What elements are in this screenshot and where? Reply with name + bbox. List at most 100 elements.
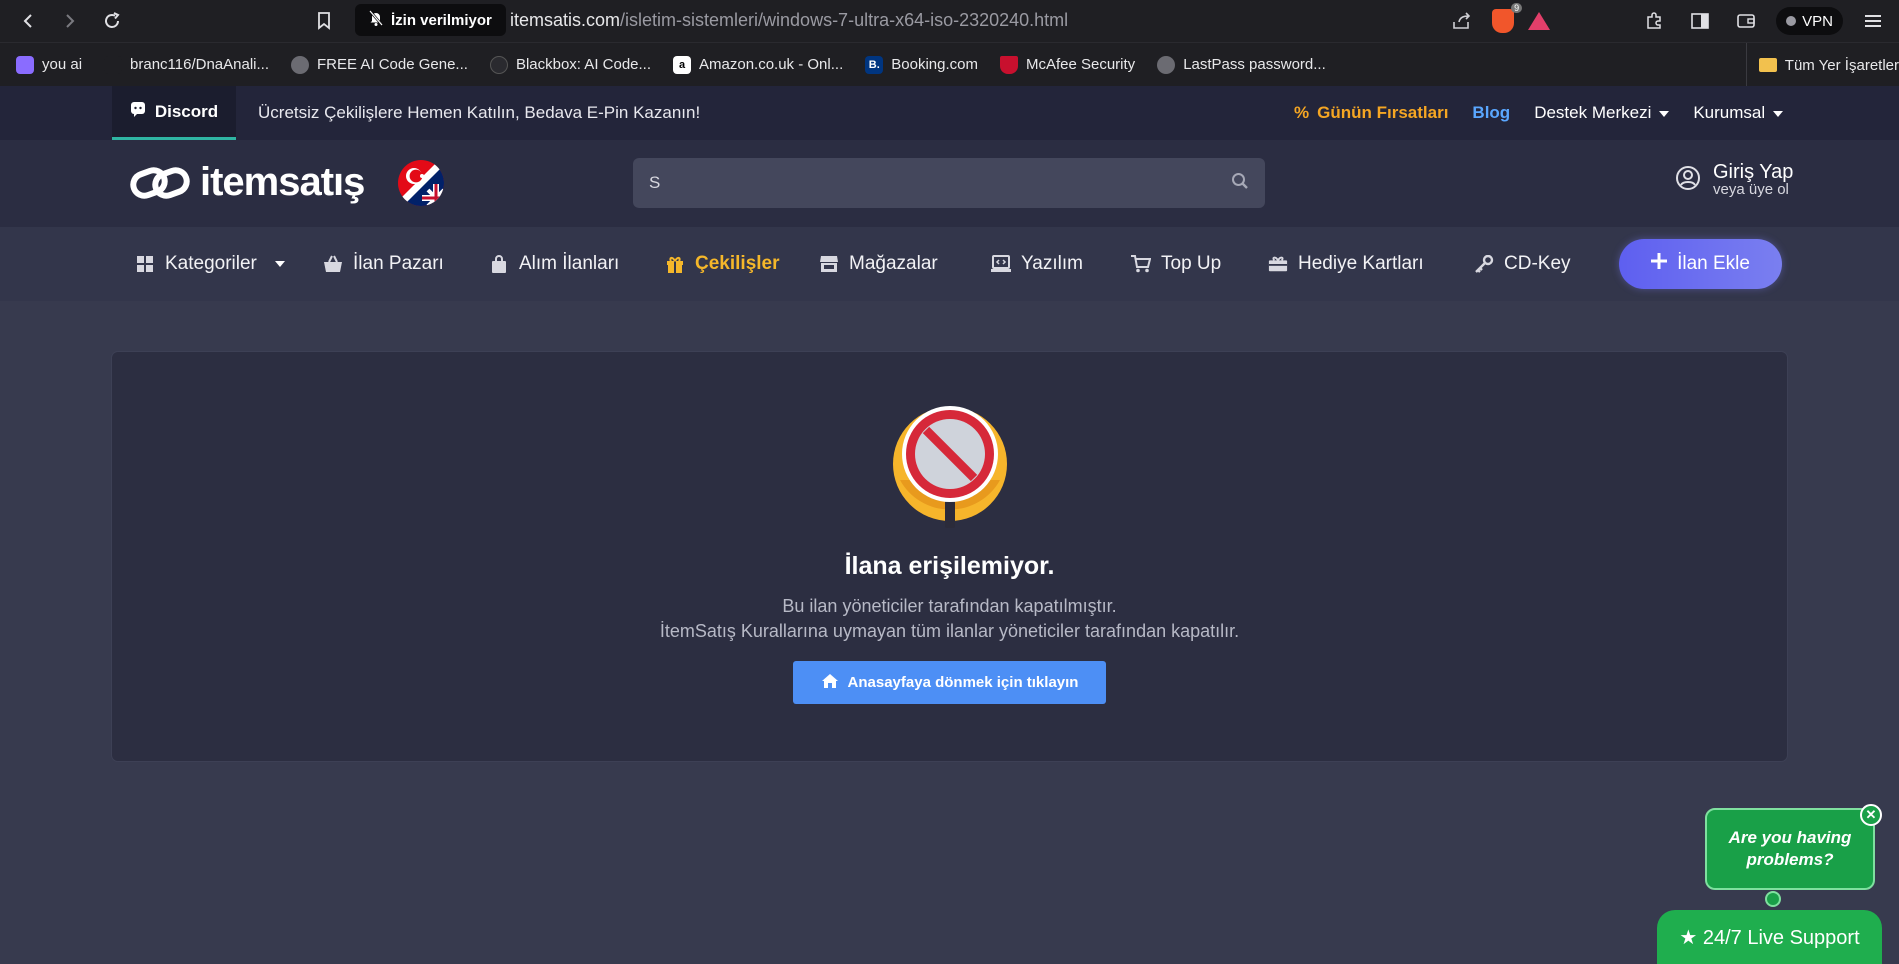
forward-icon[interactable] bbox=[54, 5, 86, 37]
nav-giveaways-label: Çekilişler bbox=[695, 253, 780, 274]
blog-link[interactable]: Blog bbox=[1472, 103, 1510, 123]
corporate-dropdown[interactable]: Kurumsal bbox=[1693, 103, 1783, 123]
logo-text: itemsatış bbox=[200, 160, 365, 204]
bookmark-mcafee[interactable]: McAfee Security bbox=[999, 55, 1135, 74]
bookmark-amazon[interactable]: a Amazon.co.uk - Onl... bbox=[673, 55, 843, 74]
card-description-2: İtemSatış Kurallarına uymayan tüm ilanla… bbox=[659, 621, 1240, 641]
basket-icon bbox=[323, 254, 343, 274]
main-nav: Kategoriler İlan Pazarı Alım İlanları Çe… bbox=[0, 227, 1899, 301]
url-domain: itemsatis.com bbox=[510, 10, 621, 30]
promo-link[interactable]: Ücretsiz Çekilişlere Hemen Katılın, Beda… bbox=[258, 86, 700, 140]
home-icon bbox=[821, 673, 839, 693]
bookmark-free-ai-code[interactable]: FREE AI Code Gene... bbox=[291, 55, 468, 74]
sidebar-icon[interactable] bbox=[1684, 5, 1716, 37]
bookmark-blackbox[interactable]: Blackbox: AI Code... bbox=[489, 55, 651, 74]
user-circle-icon bbox=[1675, 165, 1701, 196]
deals-label: Günün Fırsatları bbox=[1317, 103, 1449, 122]
vpn-status-icon bbox=[1786, 16, 1797, 26]
percent-icon: % bbox=[1294, 103, 1310, 122]
brave-rewards-icon[interactable] bbox=[1528, 12, 1551, 30]
vpn-label: VPN bbox=[1802, 12, 1833, 30]
return-home-button[interactable]: Anasayfaya dönmek için tıklayın bbox=[793, 661, 1106, 704]
prohibited-sign-icon bbox=[892, 402, 1008, 530]
grid-icon bbox=[135, 254, 155, 274]
card-description-1: Bu ilan yöneticiler tarafından kapatılmı… bbox=[782, 596, 1117, 616]
gift-icon bbox=[665, 254, 685, 274]
close-icon[interactable]: ✕ bbox=[1860, 804, 1882, 826]
key-icon bbox=[1474, 254, 1494, 274]
help-prompt-bubble[interactable]: Are you having problems? bbox=[1705, 808, 1875, 890]
nav-giftcards[interactable]: Hediye Kartları bbox=[1268, 227, 1424, 301]
address-bar[interactable]: itemsatis.com/isletim-sistemleri/windows… bbox=[510, 10, 1068, 31]
search-input[interactable] bbox=[649, 173, 1231, 193]
store-icon bbox=[819, 254, 839, 274]
live-support-button[interactable]: ★ 24/7 Live Support bbox=[1657, 910, 1882, 964]
bell-off-icon bbox=[369, 10, 383, 30]
nav-giveaways[interactable]: Çekilişler bbox=[665, 227, 780, 301]
vpn-button[interactable]: VPN bbox=[1776, 7, 1843, 35]
site-topbar: Discord Ücretsiz Çekilişlere Hemen Katıl… bbox=[0, 86, 1899, 140]
bubble-tail bbox=[1765, 891, 1781, 907]
all-bookmarks[interactable]: Tüm Yer İşaretler bbox=[1745, 43, 1899, 87]
you-ai-icon bbox=[16, 55, 34, 74]
add-listing-label: İlan Ekle bbox=[1677, 253, 1750, 274]
login-title: Giriş Yap bbox=[1713, 161, 1794, 183]
support-center-dropdown[interactable]: Destek Merkezi bbox=[1534, 103, 1669, 123]
search-bar bbox=[633, 158, 1265, 208]
return-home-label: Anasayfaya dönmek için tıklayın bbox=[847, 674, 1079, 691]
nav-stores[interactable]: Mağazalar bbox=[819, 227, 938, 301]
extensions-icon[interactable] bbox=[1638, 5, 1670, 37]
search-icon[interactable] bbox=[1231, 172, 1249, 195]
discord-icon bbox=[130, 101, 146, 122]
nav-topup[interactable]: Top Up bbox=[1131, 227, 1221, 301]
nav-cdkey[interactable]: CD-Key bbox=[1474, 227, 1571, 301]
nav-giftcards-label: Hediye Kartları bbox=[1298, 253, 1424, 274]
nav-software-label: Yazılım bbox=[1021, 253, 1083, 274]
nav-buy-listings[interactable]: Alım İlanları bbox=[489, 227, 619, 301]
bookmark-you-ai[interactable]: you ai bbox=[16, 55, 82, 74]
site-logo[interactable]: itemsatış bbox=[130, 160, 365, 205]
cart-icon bbox=[1131, 254, 1151, 274]
bookmark-icon[interactable] bbox=[308, 5, 340, 37]
brave-shield-icon[interactable]: 9 bbox=[1492, 3, 1523, 33]
reload-icon[interactable] bbox=[96, 5, 128, 37]
shopping-bag-icon bbox=[489, 254, 509, 274]
menu-icon[interactable] bbox=[1857, 5, 1889, 37]
nav-software[interactable]: Yazılım bbox=[991, 227, 1083, 301]
bookmark-lastpass[interactable]: LastPass password... bbox=[1157, 55, 1326, 74]
bookmark-github[interactable]: branc116/DnaAnali... bbox=[104, 55, 269, 74]
discord-label: Discord bbox=[154, 101, 219, 121]
deals-link[interactable]: % Günün Fırsatları bbox=[1294, 103, 1448, 123]
plus-icon bbox=[1651, 253, 1668, 275]
gift-card-icon bbox=[1268, 254, 1288, 274]
nav-categories-label: Kategoriler bbox=[165, 253, 257, 274]
logo-link-icon bbox=[130, 164, 190, 202]
blackbox-icon bbox=[489, 55, 508, 74]
nav-stores-label: Mağazalar bbox=[849, 253, 938, 274]
wallet-icon[interactable] bbox=[1730, 5, 1762, 37]
url-path: /isletim-sistemleri/windows-7-ultra-x64-… bbox=[620, 10, 1069, 30]
permission-badge[interactable]: İzin verilmiyor bbox=[355, 4, 506, 36]
back-icon[interactable] bbox=[12, 5, 44, 37]
booking-icon: B. bbox=[865, 55, 884, 74]
site-header: itemsatış Giriş Yap veya üye ol bbox=[0, 140, 1899, 227]
nav-categories[interactable]: Kategoriler bbox=[135, 227, 285, 301]
add-listing-button[interactable]: İlan Ekle bbox=[1619, 239, 1782, 289]
nav-listings[interactable]: İlan Pazarı bbox=[323, 227, 444, 301]
card-title: İlana erişilemiyor. bbox=[844, 552, 1055, 580]
laptop-code-icon bbox=[991, 254, 1011, 274]
bookmarks-bar: you ai branc116/DnaAnali... FREE AI Code… bbox=[0, 42, 1899, 87]
nav-listings-label: İlan Pazarı bbox=[353, 253, 444, 274]
amazon-icon: a bbox=[673, 55, 692, 74]
discord-link[interactable]: Discord bbox=[112, 86, 236, 140]
folder-icon bbox=[1758, 58, 1777, 72]
nav-buy-listings-label: Alım İlanları bbox=[519, 253, 620, 274]
login-link[interactable]: Giriş Yap veya üye ol bbox=[1675, 162, 1793, 198]
globe-icon bbox=[291, 55, 310, 74]
permission-label: İzin verilmiyor bbox=[391, 11, 492, 29]
language-flag-icon[interactable] bbox=[398, 160, 444, 206]
bookmark-booking[interactable]: B. Booking.com bbox=[865, 55, 978, 74]
share-icon[interactable] bbox=[1446, 5, 1478, 37]
listing-unavailable-card: İlana erişilemiyor. Bu ilan yöneticiler … bbox=[112, 352, 1787, 761]
mcafee-icon bbox=[999, 55, 1018, 74]
